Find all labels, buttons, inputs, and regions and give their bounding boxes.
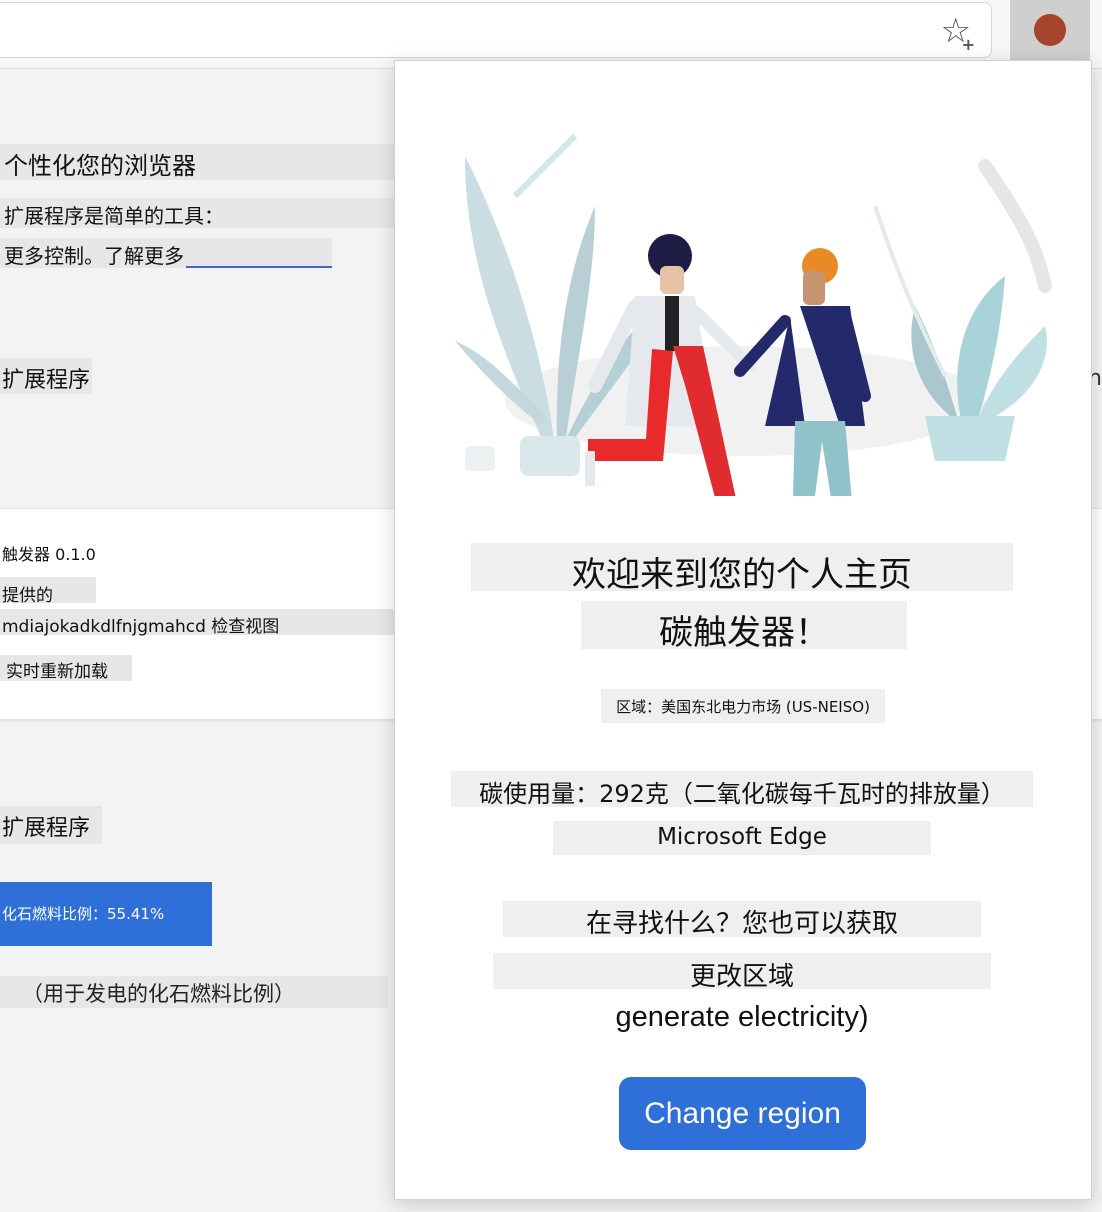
carbon-usage: 碳使用量：292克（二氧化碳每千瓦时的排放量）: [479, 780, 1005, 808]
live-reload[interactable]: 实时重新加载: [6, 657, 108, 682]
extension-button[interactable]: [1010, 0, 1090, 60]
description-line-2[interactable]: 更多控制。了解更多: [4, 240, 184, 269]
looking-for-text: 在寻找什么？您也可以获取: [585, 909, 898, 939]
welcome-line-1: 欢迎来到您的个人主页: [572, 555, 912, 595]
star-plus-icon[interactable]: ☆ +: [941, 11, 975, 54]
browser-name: Microsoft Edge: [657, 824, 827, 850]
generate-electricity-text: generate electricity): [615, 1001, 869, 1033]
welcome-line-2: 碳触发器！: [659, 613, 829, 653]
region-text: 区域：美国东北电力市场 (US-NEISO): [616, 698, 870, 716]
section-heading-extensions: 扩展程序: [2, 368, 91, 393]
change-region-button[interactable]: Change region: [619, 1077, 866, 1150]
address-bar[interactable]: ☆ +: [0, 2, 992, 58]
section-heading-extensions-2: 扩展程序: [2, 816, 91, 841]
extension-dot-icon: [1034, 14, 1066, 46]
fossil-fuel-button[interactable]: 化石燃料比例：55.41%: [0, 882, 212, 946]
extension-name: 触发器 0.1.0: [2, 545, 96, 564]
change-region-text: 更改区域: [689, 962, 794, 992]
fossil-fuel-note: （用于发电的化石燃料比例）: [22, 982, 295, 1006]
welcome-illustration: [455, 133, 1052, 496]
provided-by: 提供的: [2, 586, 53, 606]
browser-toolbar: ☆ +: [0, 0, 1102, 69]
page-title: 个性化您的浏览器: [4, 152, 196, 180]
learn-more-link-underline: [186, 266, 332, 268]
extension-popup: 欢迎来到您的个人主页 碳触发器！ 区域：美国东北电力市场 (US-NEISO) …: [394, 60, 1092, 1200]
description-line-1: 扩展程序是简单的工具：: [4, 204, 224, 228]
extension-id[interactable]: mdiajokadkdlfnjgmahcd 检查视图: [2, 612, 279, 637]
